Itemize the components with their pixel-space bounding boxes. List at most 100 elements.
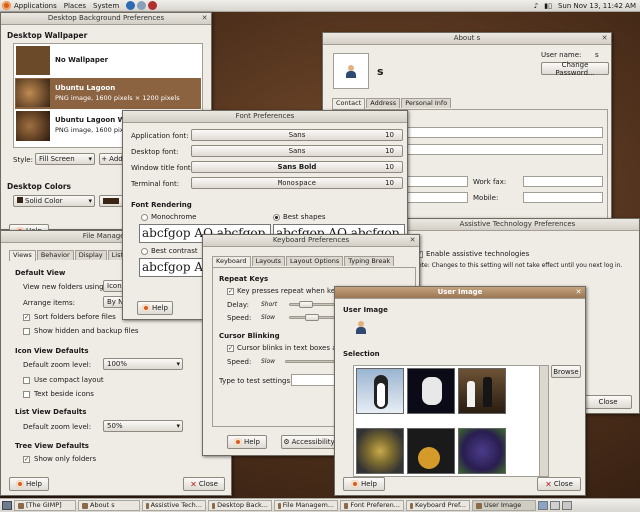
tab-contact[interactable]: Contact: [332, 98, 366, 109]
tab-address[interactable]: Address: [366, 98, 401, 108]
music-note-icon[interactable]: ♪: [534, 2, 538, 10]
change-password-button[interactable]: Change Password...: [541, 61, 609, 77]
tab-behavior[interactable]: Behavior: [36, 250, 74, 260]
browse-button[interactable]: Browse: [551, 365, 581, 378]
task-font-preferences[interactable]: Font Preferen...: [340, 500, 404, 511]
task-keyboard-preferences[interactable]: Keyboard Pref...: [406, 500, 470, 511]
help-button[interactable]: Help: [227, 435, 267, 449]
titlebar[interactable]: Assistive Technology Preferences: [396, 219, 639, 231]
help-button[interactable]: Help: [343, 477, 385, 491]
add-label: Add: [109, 155, 123, 163]
help-button[interactable]: Help: [137, 301, 173, 315]
terminal-font-button[interactable]: Monospace 10: [191, 177, 403, 189]
mobile-field[interactable]: [523, 192, 603, 203]
task-gimp[interactable]: [The GIMP]: [14, 500, 76, 511]
best-contrast-radio[interactable]: [141, 248, 148, 255]
workspace-2[interactable]: [550, 501, 560, 510]
color-mode-combo[interactable]: Solid Color: [13, 195, 95, 207]
email-icon[interactable]: [137, 1, 147, 10]
section-wallpaper: Desktop Wallpaper: [7, 31, 88, 40]
task-user-image[interactable]: User Image: [472, 500, 536, 511]
window-title-font-button[interactable]: Sans Bold 10: [191, 161, 403, 173]
show-hidden-checkbox[interactable]: [23, 328, 30, 335]
icon-zoom-combo[interactable]: 100%: [103, 358, 183, 370]
delay-slider[interactable]: [289, 303, 339, 306]
chess-image[interactable]: [458, 368, 506, 414]
email-field[interactable]: [393, 127, 603, 138]
work-fax-field[interactable]: [523, 176, 603, 187]
monochrome-radio[interactable]: [141, 214, 148, 221]
grapes-image[interactable]: [458, 428, 506, 474]
font-size: 10: [385, 179, 394, 187]
image-grid[interactable]: [353, 365, 549, 477]
tab-typing-break[interactable]: Typing Break: [344, 256, 395, 266]
tab-personal-info[interactable]: Personal Info: [401, 98, 452, 108]
show-only-folders-checkbox[interactable]: ✓: [23, 456, 30, 463]
applications-menu[interactable]: Applications: [2, 1, 57, 10]
compact-layout-checkbox[interactable]: [23, 377, 30, 384]
system-menu[interactable]: System: [93, 2, 119, 10]
guitar-image[interactable]: [407, 428, 455, 474]
places-menu[interactable]: Places: [64, 2, 86, 10]
text-beside-checkbox[interactable]: [23, 391, 30, 398]
web-browser-icon[interactable]: [126, 1, 136, 10]
task-about[interactable]: About s: [78, 500, 140, 511]
tab-layouts[interactable]: Layouts: [251, 256, 286, 266]
test-input[interactable]: [291, 374, 335, 386]
network-icon[interactable]: ▮▯: [544, 2, 552, 10]
accessibility-button[interactable]: ⚙ Accessibility: [281, 435, 337, 449]
list-item[interactable]: No Wallpaper: [15, 45, 201, 77]
close-button[interactable]: ✕ Close: [537, 477, 581, 491]
tab-views[interactable]: Views: [9, 250, 36, 261]
titlebar[interactable]: Font Preferences: [123, 111, 407, 123]
tab-display[interactable]: Display: [74, 250, 107, 260]
show-desktop-icon[interactable]: [2, 501, 12, 510]
style-combo[interactable]: Fill Screen: [35, 153, 95, 165]
eye-image[interactable]: [356, 428, 404, 474]
tab-layout-options[interactable]: Layout Options: [286, 256, 344, 266]
sort-folders-checkbox[interactable]: ✓: [23, 314, 30, 321]
close-icon[interactable]: ✕: [600, 34, 609, 43]
email-field-2[interactable]: [393, 144, 603, 155]
task-desktop-background[interactable]: Desktop Back...: [208, 500, 272, 511]
titlebar[interactable]: About s ✕: [323, 33, 611, 45]
trash-icon[interactable]: [562, 501, 572, 510]
close-icon[interactable]: ✕: [574, 288, 583, 297]
best-shapes-radio[interactable]: [273, 214, 280, 221]
help-button[interactable]: Help: [9, 477, 49, 491]
cursor-blink-checkbox[interactable]: ✓: [227, 345, 234, 352]
titlebar[interactable]: Keyboard Preferences ✕: [203, 235, 419, 247]
speed-slider-knob[interactable]: [305, 314, 319, 321]
delay-slider-knob[interactable]: [299, 301, 313, 308]
scrollbar[interactable]: [539, 366, 548, 476]
help-icon[interactable]: [148, 1, 158, 10]
close-button[interactable]: Close: [584, 395, 632, 409]
titlebar[interactable]: Desktop Background Preferences ✕: [1, 13, 211, 25]
workspace-1[interactable]: [538, 501, 548, 510]
list-zoom-label: Default zoom level:: [23, 423, 92, 431]
astronaut-image[interactable]: [407, 368, 455, 414]
mobile-label: Mobile:: [473, 194, 499, 202]
tab-keyboard[interactable]: Keyboard: [212, 256, 251, 267]
list-item-selected[interactable]: Ubuntu Lagoon PNG image, 1600 pixels × 1…: [15, 78, 201, 109]
close-button[interactable]: ✕ Close: [183, 477, 225, 491]
list-zoom-combo[interactable]: 50%: [103, 420, 183, 432]
desktop-font-button[interactable]: Sans 10: [191, 145, 403, 157]
application-font-button[interactable]: Sans 10: [191, 129, 403, 141]
titlebar[interactable]: User Image ✕: [335, 287, 585, 299]
task-file-management[interactable]: File Managem...: [274, 500, 338, 511]
clock[interactable]: Sun Nov 13, 11:42 AM: [558, 2, 636, 10]
close-icon[interactable]: ✕: [408, 236, 417, 245]
section-repeat: Repeat Keys: [219, 275, 269, 283]
font-name: Sans Bold: [277, 163, 317, 171]
task-assistive[interactable]: Assistive Tech...: [142, 500, 206, 511]
color-swatch: [103, 198, 119, 204]
user-photo-button[interactable]: [333, 53, 369, 89]
repeat-checkbox[interactable]: ✓: [227, 288, 234, 295]
about-icon: [82, 502, 88, 509]
penguin-image[interactable]: [356, 368, 404, 414]
cursor-speed-slider[interactable]: [285, 360, 335, 363]
close-icon[interactable]: ✕: [200, 14, 209, 23]
color-picker-button[interactable]: [99, 195, 123, 207]
help-label: Help: [152, 304, 168, 312]
